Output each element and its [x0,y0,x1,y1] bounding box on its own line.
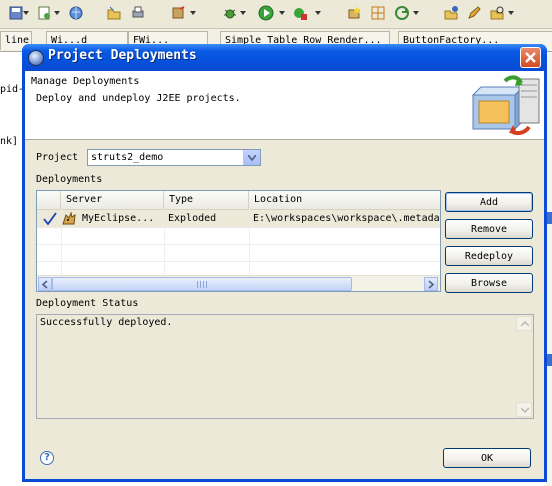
globe-icon[interactable] [68,5,84,21]
external-tools-icon[interactable] [292,5,308,21]
dialog-title: Project Deployments [48,48,197,63]
editor-text-fragment: pid- [0,84,25,95]
chevron-down-icon[interactable] [54,11,60,15]
remove-button[interactable]: Remove [445,219,533,239]
scroll-left-icon[interactable] [38,277,52,291]
chevron-down-icon[interactable] [508,11,514,15]
edit-icon[interactable] [466,5,482,21]
chevron-down-icon[interactable] [243,150,260,165]
project-label: Project [36,152,79,163]
workbench-toolbar [0,0,552,29]
close-button[interactable] [520,47,541,68]
horizontal-scrollbar[interactable] [37,275,440,291]
dialog-client-area: Manage Deployments Deploy and undeploy J… [25,71,544,479]
myeclipse-icon [28,50,44,66]
chevron-down-icon[interactable] [190,11,196,15]
scroll-up-icon[interactable] [516,316,532,331]
tomcat-server-icon [62,211,76,225]
run-icon[interactable] [258,5,274,21]
project-select-value: struts2_demo [91,152,164,163]
header-title: Manage Deployments [31,76,140,87]
project-deployments-dialog: Project Deployments Manage Deployments D… [22,44,547,482]
header-subtitle: Deploy and undeploy J2EE projects. [36,93,241,104]
build-icon[interactable] [170,5,186,21]
deployments-table: Server Type Location MyEclipse... Explod… [36,190,441,292]
debug-icon[interactable] [222,5,238,21]
cell-server: MyEclipse... [82,213,155,224]
status-text: Successfully deployed. [40,317,173,328]
chevron-down-icon[interactable] [315,11,321,15]
table-header: Server Type Location [37,191,440,210]
browse-button[interactable]: Browse [445,273,533,293]
deployment-banner-icon [471,75,540,136]
scroll-down-icon[interactable] [516,402,532,417]
column-header-type[interactable]: Type [164,191,249,209]
refresh-icon[interactable] [394,5,410,21]
column-header-location[interactable]: Location [249,191,440,209]
chevron-down-icon[interactable] [413,11,419,15]
chevron-down-icon[interactable] [240,11,246,15]
new-class-icon[interactable] [370,5,386,21]
deployment-status-label: Deployment Status [36,298,139,309]
new-package-icon[interactable] [346,5,362,21]
column-header-check[interactable] [37,191,61,209]
table-row [37,227,440,245]
table-row[interactable]: MyEclipse... Exploded E:\workspaces\work… [37,210,440,228]
scroll-right-icon[interactable] [424,277,438,291]
print-icon[interactable] [130,5,146,21]
project-select[interactable]: struts2_demo [87,149,261,166]
ok-button[interactable]: OK [443,448,531,468]
scrollbar-thumb[interactable] [52,277,352,291]
chevron-down-icon[interactable] [279,11,285,15]
redeploy-button[interactable]: Redeploy [445,246,533,266]
table-row [37,244,440,262]
check-icon [43,212,57,225]
close-icon [525,52,536,63]
dialog-titlebar[interactable]: Project Deployments [22,44,547,71]
deployment-status-box: Successfully deployed. [36,314,534,419]
table-row [37,261,440,276]
help-icon[interactable]: ? [40,451,54,465]
column-header-server[interactable]: Server [61,191,164,209]
add-button[interactable]: Add [445,192,533,212]
scrollbar-grip [197,281,207,288]
save-icon[interactable] [8,5,24,21]
new-wizard-icon[interactable] [36,5,52,21]
chevron-down-icon[interactable] [23,11,29,15]
open-folder-icon[interactable] [106,5,122,21]
deployments-label: Deployments [36,174,103,185]
cell-type: Exploded [168,213,217,224]
editor-text-fragment: nk] [0,136,19,147]
dialog-header: Manage Deployments Deploy and undeploy J… [25,71,544,140]
cell-location: E:\workspaces\workspace\.metada [253,213,440,224]
vertical-scrollbar[interactable] [516,316,532,417]
search-icon[interactable] [489,5,505,21]
open-type-icon[interactable] [443,5,459,21]
